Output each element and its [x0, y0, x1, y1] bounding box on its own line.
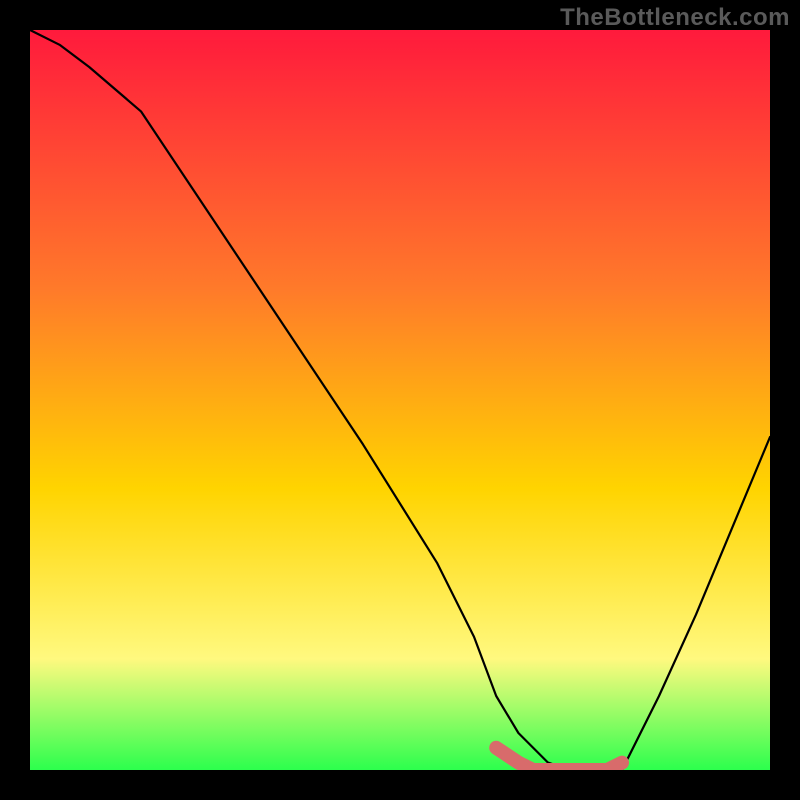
watermark-text: TheBottleneck.com	[560, 4, 790, 32]
gradient-background	[30, 30, 770, 770]
chart-canvas	[30, 30, 770, 770]
chart-frame: TheBottleneck.com	[0, 0, 800, 800]
